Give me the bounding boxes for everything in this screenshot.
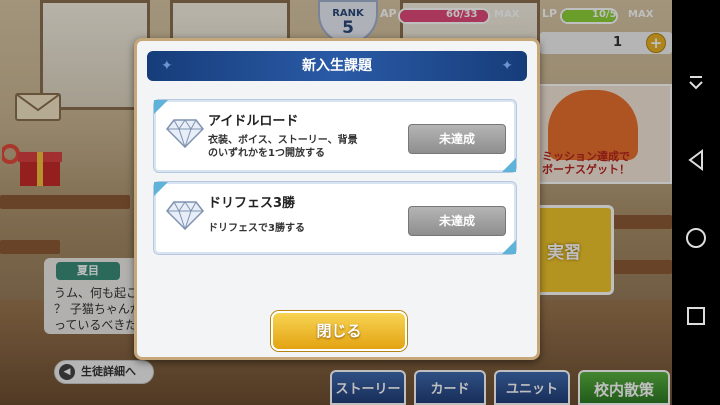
- task-title: ドリフェス3勝: [208, 196, 296, 211]
- android-home-icon[interactable]: [684, 226, 708, 250]
- card-corner: [502, 158, 516, 172]
- dialog-title: 新入生課題: [302, 58, 372, 74]
- card-corner: [154, 182, 168, 196]
- android-menu-icon[interactable]: [684, 70, 708, 94]
- close-button[interactable]: 閉じる: [271, 311, 407, 351]
- android-nav-bar: [672, 0, 720, 405]
- task-description: 衣装、ボイス、ストーリー、背景: [208, 135, 358, 146]
- task-description: のいずれかを1つ開放する: [208, 148, 325, 159]
- android-recents-icon[interactable]: [684, 304, 708, 328]
- card-corner: [154, 100, 168, 114]
- card-corner: [502, 240, 516, 254]
- diamond-icon: [166, 201, 204, 230]
- dialog-header: ✦ ✦ 新入生課題: [147, 51, 527, 81]
- task-status-badge: 未達成: [408, 206, 506, 236]
- task-description: ドリフェスで3勝する: [208, 223, 305, 234]
- diamond-icon: [166, 119, 204, 148]
- android-back-icon[interactable]: [684, 148, 708, 172]
- task-title: アイドルロード: [208, 114, 299, 129]
- freshman-tasks-dialog: ✦ ✦ 新入生課題 アイドルロード 衣装、ボイス、ストーリー、背景 のいずれかを…: [134, 38, 540, 360]
- task-card: ドリフェス3勝 ドリフェスで3勝する 未達成: [153, 181, 517, 255]
- task-card: アイドルロード 衣装、ボイス、ストーリー、背景 のいずれかを1つ開放する 未達成: [153, 99, 517, 173]
- task-status-badge: 未達成: [408, 124, 506, 154]
